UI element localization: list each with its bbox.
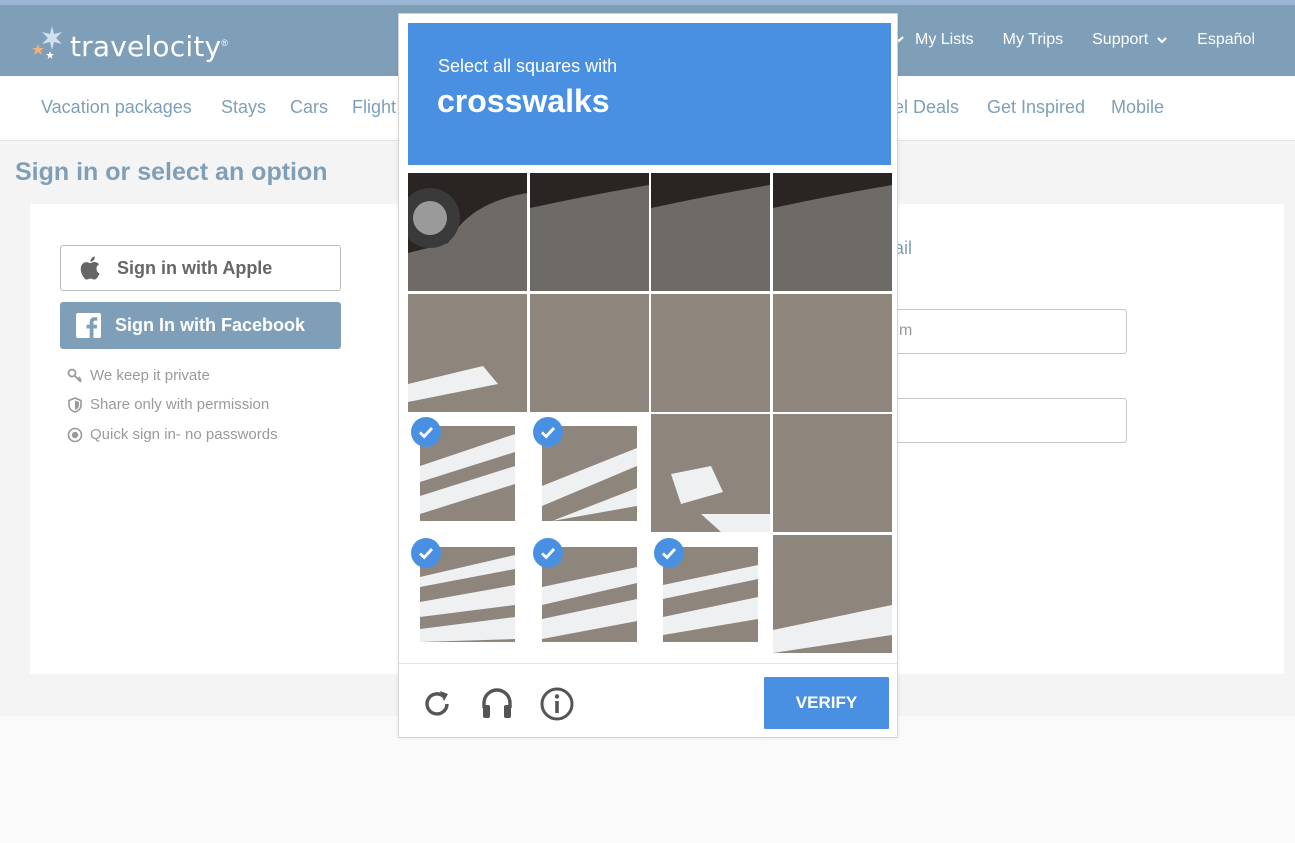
captcha-tile[interactable] — [651, 414, 770, 532]
perk-quick-label: Quick sign in- no passwords — [90, 426, 278, 443]
email-field-fragment: m — [899, 322, 913, 339]
nav-travel-deals[interactable]: el Deals — [894, 97, 959, 118]
nav-flights[interactable]: Flight — [352, 97, 396, 118]
tile-image — [651, 293, 770, 412]
perk-private-label: We keep it private — [90, 367, 210, 384]
star-logo-icon — [32, 25, 62, 59]
captcha-header: Select all squares with crosswalks — [408, 23, 891, 165]
perk-private: We keep it private — [67, 367, 210, 384]
captcha-tile[interactable] — [651, 534, 770, 653]
my-lists-link[interactable]: My Lists — [915, 31, 974, 49]
perk-permission-label: Share only with permission — [90, 396, 270, 413]
captcha-tile[interactable] — [408, 414, 527, 532]
verify-button[interactable]: VERIFY — [764, 677, 889, 729]
tile-image — [772, 534, 892, 653]
circle-icon — [67, 427, 83, 442]
captcha-dialog: Select all squares with crosswalks VERIF… — [398, 13, 898, 738]
audio-icon[interactable] — [479, 686, 515, 722]
key-icon — [67, 368, 82, 383]
captcha-tile[interactable] — [529, 293, 649, 412]
captcha-tile[interactable] — [408, 534, 527, 653]
top-nav: My Lists My Trips Support Español — [886, 31, 1255, 49]
tile-image — [772, 293, 892, 412]
password-field[interactable] — [880, 398, 1127, 443]
checkmark-icon — [532, 537, 563, 568]
checkmark-icon — [532, 417, 563, 447]
captcha-grid — [408, 173, 894, 656]
sign-in-apple-button[interactable]: Sign in with Apple — [60, 245, 341, 291]
nav-cars[interactable]: Cars — [290, 97, 328, 118]
tile-image — [408, 293, 527, 412]
facebook-button-label: Sign In with Facebook — [115, 315, 306, 335]
logo-registered: ® — [221, 37, 228, 48]
nav-stays[interactable]: Stays — [221, 97, 266, 118]
captcha-tile[interactable] — [408, 293, 527, 412]
tile-image — [651, 173, 770, 291]
checkmark-icon — [411, 537, 441, 568]
email-field[interactable]: m — [880, 309, 1127, 354]
captcha-tile[interactable] — [772, 293, 892, 412]
captcha-instruction: Select all squares with — [438, 56, 618, 76]
captcha-tile[interactable] — [772, 414, 892, 532]
tile-image — [408, 173, 527, 291]
chevron-down-icon — [1157, 37, 1167, 44]
my-trips-link[interactable]: My Trips — [1003, 31, 1063, 49]
captcha-tile[interactable] — [529, 414, 649, 532]
support-label: Support — [1092, 31, 1149, 48]
tile-image — [772, 173, 892, 291]
perk-permission: Share only with permission — [67, 396, 269, 413]
support-menu[interactable]: Support — [1092, 31, 1168, 49]
travelocity-logo[interactable]: travelocity ® — [30, 22, 228, 63]
captcha-tile[interactable] — [529, 173, 649, 291]
logo-wordmark: travelocity — [70, 30, 222, 63]
nav-mobile[interactable]: Mobile — [1111, 97, 1164, 118]
reload-icon[interactable] — [419, 686, 455, 722]
captcha-tile[interactable] — [651, 293, 770, 412]
captcha-tile[interactable] — [529, 534, 649, 653]
perk-quick: Quick sign in- no passwords — [67, 426, 278, 443]
nav-get-inspired[interactable]: Get Inspired — [987, 97, 1085, 118]
checkmark-icon — [411, 417, 441, 447]
apple-button-label: Sign in with Apple — [117, 257, 273, 278]
shield-icon — [68, 396, 82, 413]
captcha-tile[interactable] — [772, 534, 892, 653]
checkmark-icon — [654, 537, 684, 568]
captcha-target: crosswalks — [437, 83, 610, 119]
header-stripe — [0, 0, 1295, 5]
nav-vacation-packages[interactable]: Vacation packages — [41, 97, 192, 118]
tile-image — [651, 414, 770, 532]
info-icon[interactable] — [539, 686, 575, 722]
captcha-tile[interactable] — [651, 173, 770, 291]
captcha-tile[interactable] — [772, 173, 892, 291]
apple-icon — [80, 256, 100, 280]
captcha-footer: VERIFY — [399, 663, 897, 737]
page-title: Sign in or select an option — [15, 158, 328, 186]
sign-in-facebook-button[interactable]: Sign In with Facebook — [60, 302, 341, 349]
language-link[interactable]: Español — [1197, 31, 1255, 49]
facebook-icon — [76, 313, 101, 338]
tile-image — [529, 293, 649, 412]
tile-image — [529, 173, 649, 291]
captcha-tile[interactable] — [408, 173, 527, 291]
tile-image — [772, 414, 892, 532]
